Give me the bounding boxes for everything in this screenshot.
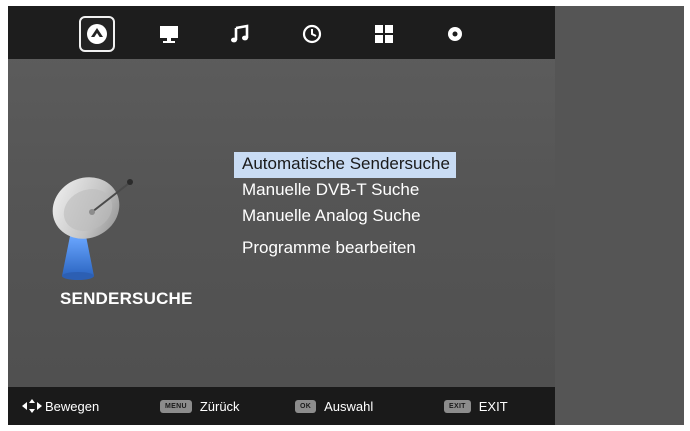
menu-item-analog-manual-search[interactable]: Manuelle Analog Suche xyxy=(234,204,456,230)
tab-channel-search[interactable] xyxy=(79,16,115,52)
hint-back-label: Zürück xyxy=(199,398,240,414)
hint-back: MENU Zürück xyxy=(160,387,240,425)
menu-item-auto-search[interactable]: Automatische Sendersuche xyxy=(234,152,456,178)
tab-time[interactable] xyxy=(294,16,330,52)
exit-key-badge: EXIT xyxy=(444,399,471,413)
hint-select-label: Auswahl xyxy=(324,398,374,414)
tab-picture[interactable] xyxy=(151,16,187,52)
music-note-icon xyxy=(231,24,249,43)
menu-item-dvbt-manual-search[interactable]: Manuelle DVB-T Suche xyxy=(234,178,456,204)
key-hint-bar: Bewegen MENU Zürück OK Auswahl EXIT EXIT xyxy=(8,387,555,425)
menu-item-edit-programs[interactable]: Programme bearbeiten xyxy=(234,236,456,262)
hint-move: Bewegen xyxy=(22,387,99,425)
category-tab-bar xyxy=(8,6,555,59)
hint-exit: EXIT EXIT xyxy=(444,387,508,425)
gear-icon xyxy=(448,27,462,41)
ok-key-badge: OK xyxy=(295,399,317,413)
satellite-dish-icon xyxy=(52,177,133,280)
direction-arrows-icon xyxy=(22,399,42,413)
hint-select: OK Auswahl xyxy=(295,387,373,425)
clock-icon xyxy=(302,24,322,44)
monitor-icon xyxy=(160,26,178,43)
section-illustration xyxy=(48,166,148,291)
channel-search-menu: Automatische Sendersuche Manuelle DVB-T … xyxy=(234,152,456,262)
grid-icon xyxy=(375,25,393,43)
satellite-dish-icon xyxy=(87,24,107,44)
section-title: SENDERSUCHE xyxy=(60,289,193,308)
right-panel xyxy=(555,6,684,425)
tab-sound[interactable] xyxy=(222,16,258,52)
tab-settings[interactable] xyxy=(366,16,402,52)
tab-system[interactable] xyxy=(437,16,473,52)
hint-exit-label: EXIT xyxy=(478,398,508,414)
tv-menu-screen: SENDERSUCHE Automatische Sendersuche Man… xyxy=(8,6,684,425)
menu-key-badge: MENU xyxy=(160,399,192,413)
hint-move-label: Bewegen xyxy=(45,398,100,414)
